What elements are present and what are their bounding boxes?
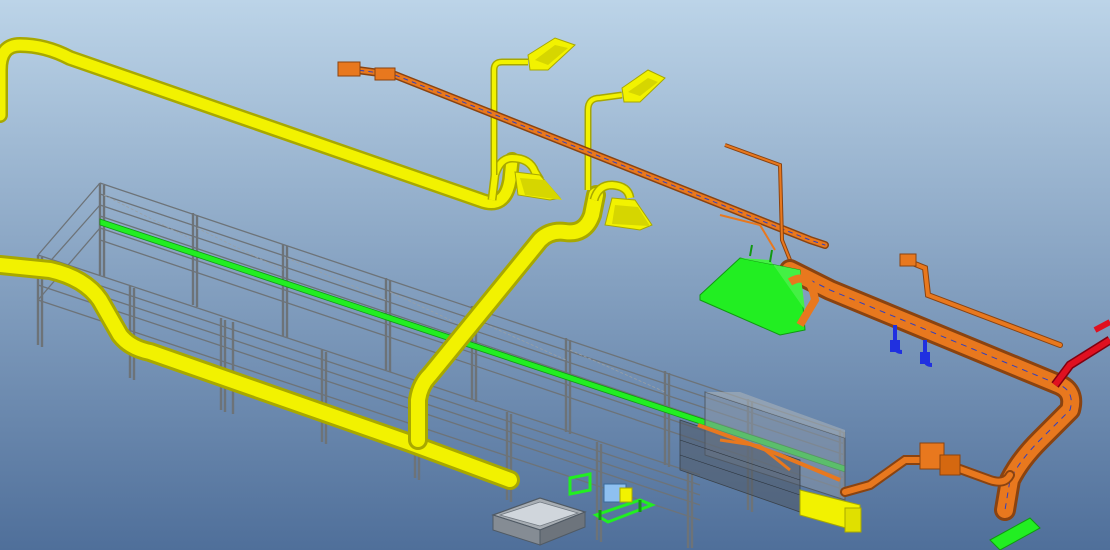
scene-canvas[interactable]: [0, 0, 1110, 550]
3d-viewport[interactable]: [0, 0, 1110, 550]
